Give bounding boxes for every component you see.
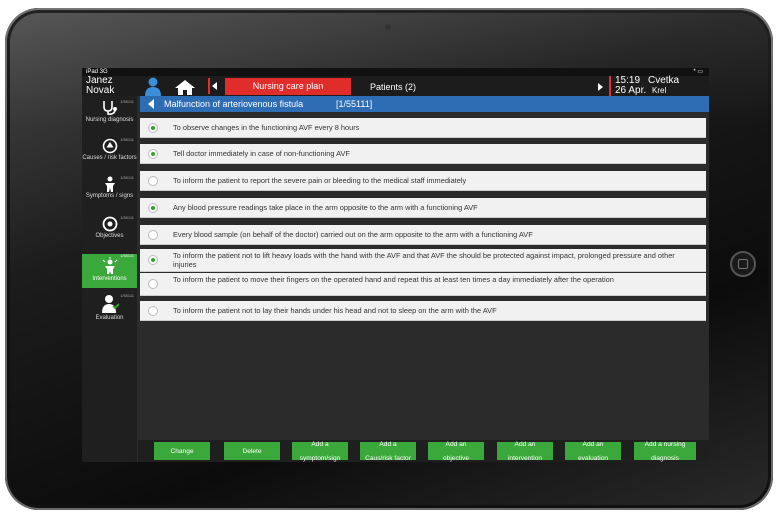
change-button[interactable]: Change	[154, 442, 210, 460]
button-label: Add a nursing	[644, 440, 686, 448]
radio-indicator[interactable]	[148, 203, 158, 213]
stethoscope-icon	[102, 101, 117, 115]
target-icon	[102, 216, 117, 232]
add-cause-button[interactable]: Add a Caus/risk factor	[360, 440, 416, 462]
radio-indicator[interactable]	[148, 255, 158, 265]
list-item-text: Every blood sample (on behalf of the doc…	[173, 230, 533, 239]
button-label-2: intervention	[507, 454, 543, 462]
list-item[interactable]: Every blood sample (on behalf of the doc…	[140, 225, 706, 245]
patient-last-name: Novak	[86, 85, 115, 96]
sidebar-item-count: 1/55111	[120, 175, 134, 180]
delete-button[interactable]: Delete	[224, 442, 280, 460]
list-item-text: To inform the patient not to lay their h…	[173, 306, 497, 315]
patient-name: Janez Novak	[86, 76, 114, 96]
diagnosis-code: [1/55111]	[336, 99, 373, 109]
button-label-2: evaluation	[577, 454, 609, 462]
camera	[385, 24, 391, 30]
nurse-name: Cvetka Krel	[648, 76, 679, 96]
sidebar-item-label: Evaluation	[95, 315, 124, 321]
add-objective-button[interactable]: Add an objective	[428, 440, 484, 462]
list-item[interactable]: To inform the patient to move their fing…	[140, 273, 706, 296]
status-right: * ▭	[693, 69, 703, 75]
button-label: Delete	[242, 447, 262, 455]
list-item[interactable]: To inform the patient to report the seve…	[140, 171, 706, 191]
sidebar-item-nursing-diagnosis[interactable]: 1/55111 Nursing diagnosis	[82, 99, 137, 134]
nurse-first-name: Cvetka	[648, 75, 680, 86]
add-symptom-button[interactable]: Add a symptom/sign	[292, 440, 348, 462]
button-label: Add a	[379, 440, 397, 448]
sidebar-item-label: Objectives	[95, 233, 124, 239]
button-label-2: objective	[442, 454, 470, 462]
tab-patients[interactable]: Patients (2)	[370, 82, 416, 92]
list-item-text: Tell doctor immediately in case of non-f…	[173, 149, 350, 158]
button-label: Change	[170, 447, 194, 455]
evaluation-person-icon	[101, 295, 119, 313]
sidebar-item-count: 1/55111	[120, 293, 134, 298]
sidebar-item-causes[interactable]: 1/55111 Causes / risk factors	[82, 137, 137, 172]
radio-indicator[interactable]	[148, 306, 158, 316]
list-item[interactable]: Tell doctor immediately in case of non-f…	[140, 144, 706, 164]
list-item-text: To inform the patient not to lift heavy …	[173, 251, 675, 269]
diagnosis-title: Malfunction of arteriovenous fistula	[164, 99, 304, 109]
list-item-text: To inform the patient to report the seve…	[173, 176, 467, 185]
person-icon[interactable]	[144, 77, 162, 96]
hardware-home-button[interactable]	[730, 251, 756, 277]
button-label-2: symptom/sign	[299, 454, 341, 462]
date: 26 Apr.	[615, 85, 647, 96]
date-time: 15:19 26 Apr.	[609, 76, 646, 96]
list-item[interactable]: Any blood pressure readings take place i…	[140, 198, 706, 218]
chevron-right-icon[interactable]	[597, 79, 605, 95]
button-label: Add an	[445, 440, 467, 448]
radio-indicator[interactable]	[148, 123, 158, 133]
sidebar-item-count: 1/55111	[120, 137, 134, 142]
radio-indicator[interactable]	[148, 176, 158, 186]
sidebar-item-objectives[interactable]: 1/55111 Objectives	[82, 215, 137, 250]
sidebar: 1/55111 Nursing diagnosis 1/55111 Causes…	[82, 96, 137, 462]
alert-person-icon	[102, 257, 117, 274]
sidebar-item-count: 1/55111	[120, 99, 134, 104]
sidebar-item-count: 1/55111	[120, 215, 134, 220]
button-label: Add a	[311, 440, 329, 448]
top-bar: Janez Novak Nursing care plan Patients (…	[82, 76, 709, 96]
button-label-2: diagnosis	[651, 454, 679, 462]
sidebar-item-label: Symptoms / signs	[85, 193, 134, 199]
list-item[interactable]: To inform the patient not to lay their h…	[140, 301, 706, 321]
button-label: Add an	[514, 440, 536, 448]
sidebar-item-label: Nursing diagnosis	[85, 117, 134, 123]
nav-back-arrow[interactable]	[208, 78, 220, 94]
sidebar-item-interventions[interactable]: 1/55111 Interventions	[82, 253, 137, 288]
list-item-text: To inform the patient to move their fing…	[173, 275, 614, 284]
app-screen: iPad 3G * ▭ Janez Novak Nursing care pla…	[82, 68, 709, 462]
button-label-2: Caus/risk factor	[365, 454, 411, 462]
home-icon[interactable]	[174, 79, 196, 95]
sidebar-item-label: Interventions	[92, 276, 127, 282]
radio-indicator[interactable]	[148, 149, 158, 159]
sidebar-item-evaluation[interactable]: 1/55111 Evaluation	[82, 293, 137, 330]
list-item[interactable]: To inform the patient not to lift heavy …	[140, 249, 706, 272]
sidebar-item-symptoms[interactable]: 1/55111 Symptoms / signs	[82, 175, 137, 210]
add-evaluation-button[interactable]: Add an evaluation	[565, 440, 621, 462]
radio-indicator[interactable]	[148, 279, 158, 289]
list-item[interactable]: To observe changes in the functioning AV…	[140, 118, 706, 138]
action-bar: Change Delete Add a symptom/sign Add a Cau…	[138, 440, 709, 462]
add-intervention-button[interactable]: Add an intervention	[497, 440, 553, 462]
list-item-text: To observe changes in the functioning AV…	[173, 123, 360, 132]
symptoms-person-icon	[104, 176, 115, 192]
tab-nursing-care-plan[interactable]: Nursing care plan	[225, 78, 351, 95]
diagnosis-header[interactable]: Malfunction of arteriovenous fistula [1/…	[140, 96, 709, 112]
sidebar-item-count: 1/55111	[120, 253, 134, 258]
nurse-last-name: Krel	[652, 86, 667, 95]
list-item-text: Any blood pressure readings take place i…	[173, 203, 478, 212]
chevron-left-icon	[212, 82, 217, 90]
add-nursing-diagnosis-button[interactable]: Add a nursing diagnosis	[634, 440, 696, 462]
radio-indicator[interactable]	[148, 230, 158, 240]
button-label: Add an	[582, 440, 604, 448]
sidebar-item-label: Causes / risk factors	[82, 155, 137, 161]
back-arrow-icon[interactable]	[148, 99, 154, 109]
up-arrow-circle-icon	[102, 138, 117, 154]
